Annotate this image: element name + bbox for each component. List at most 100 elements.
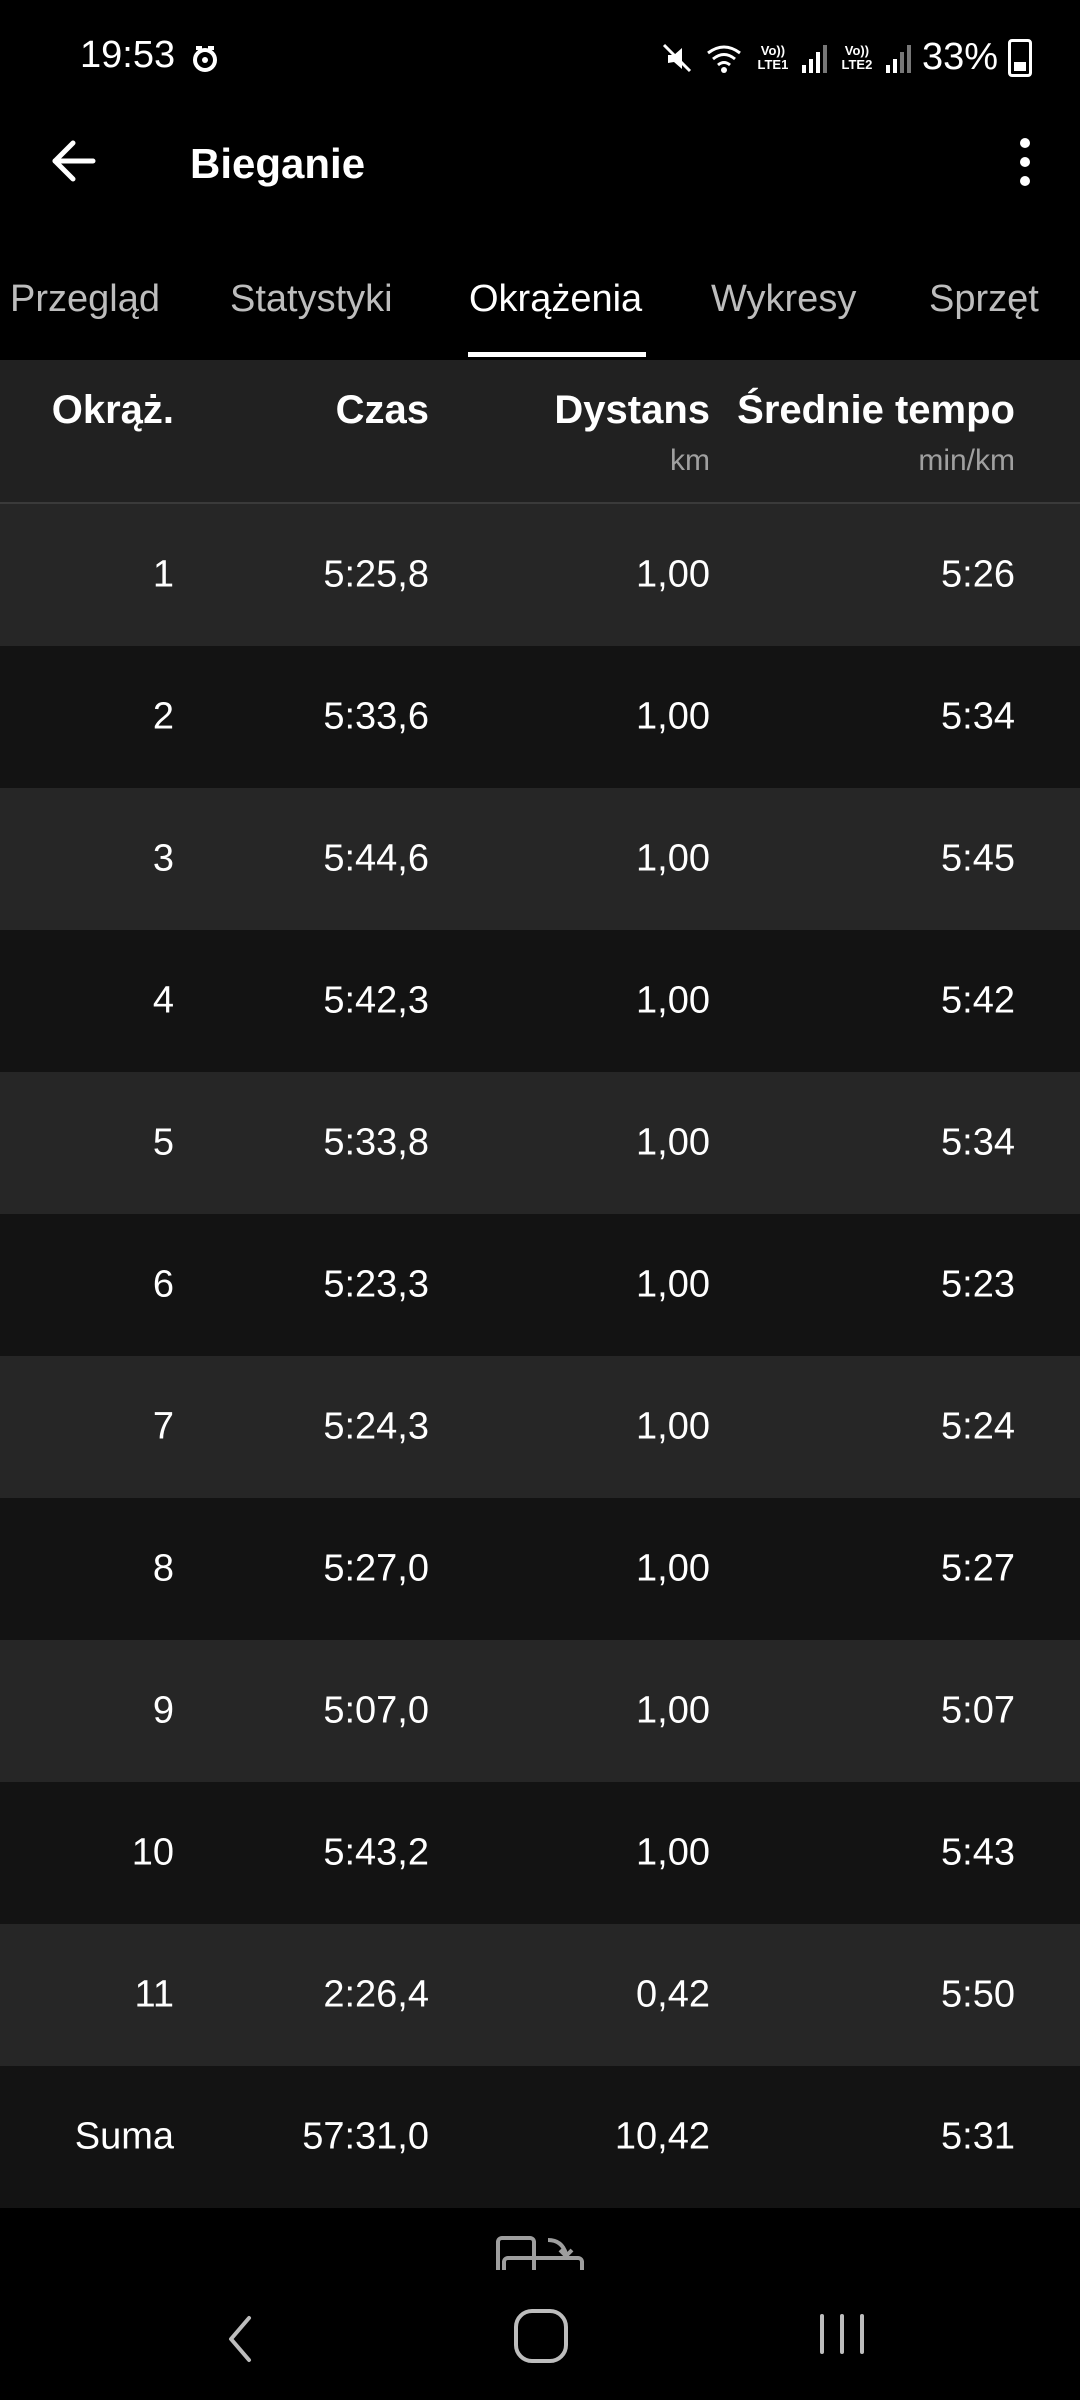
lap-distance: 0,42 bbox=[636, 1973, 710, 2016]
lap-distance: 1,00 bbox=[636, 837, 710, 880]
lap-number: 4 bbox=[152, 979, 174, 1022]
alarm-icon bbox=[193, 46, 217, 72]
table-row[interactable]: 2 5:33,6 1,00 5:34 bbox=[0, 646, 1080, 788]
back-button[interactable] bbox=[40, 120, 106, 202]
lap-distance: 1,00 bbox=[636, 553, 710, 596]
lap-number: 10 bbox=[131, 1831, 174, 1874]
total-label: Suma bbox=[74, 2115, 174, 2158]
table-row[interactable]: 10 5:43,2 1,00 5:43 bbox=[0, 1782, 1080, 1924]
lap-distance: 1,00 bbox=[636, 979, 710, 1022]
column-unit-distance: km bbox=[670, 444, 710, 477]
lap-time: 5:25,8 bbox=[323, 553, 429, 596]
lap-pace: 5:34 bbox=[941, 695, 1015, 738]
column-header-time: Czas bbox=[335, 388, 429, 432]
status-bar: 19:53 Vo)) LTE1 Vo)) LTE2 33% bbox=[0, 0, 1080, 120]
lap-number: 6 bbox=[152, 1263, 174, 1306]
lap-distance: 1,00 bbox=[636, 1689, 710, 1732]
lap-time: 5:33,6 bbox=[323, 695, 429, 738]
wifi-icon bbox=[707, 45, 741, 73]
mute-icon bbox=[662, 43, 691, 72]
lap-pace: 5:45 bbox=[941, 837, 1015, 880]
lap-number: 3 bbox=[152, 837, 174, 880]
signal-bars-icon bbox=[885, 44, 911, 73]
status-time: 19:53 bbox=[80, 34, 176, 76]
recents-icon-bar bbox=[840, 2314, 844, 2354]
lte2-indicator: Vo)) LTE2 bbox=[841, 42, 873, 72]
lap-distance: 1,00 bbox=[636, 1405, 710, 1448]
table-row[interactable]: 6 5:23,3 1,00 5:23 bbox=[0, 1214, 1080, 1356]
battery-percent: 33% bbox=[921, 36, 998, 78]
lap-distance: 1,00 bbox=[636, 1121, 710, 1164]
column-header-pace: Średnie tempo bbox=[737, 388, 1015, 432]
more-vertical-icon-dot bbox=[1020, 157, 1030, 167]
column-unit-pace: min/km bbox=[918, 444, 1015, 477]
lap-pace: 5:23 bbox=[941, 1263, 1015, 1306]
lap-number: 5 bbox=[152, 1121, 174, 1164]
lap-time: 5:44,6 bbox=[323, 837, 429, 880]
table-header: Okrąż. Czas Dystans km Średnie tempo min… bbox=[0, 360, 1080, 504]
lap-pace: 5:27 bbox=[941, 1547, 1015, 1590]
lap-distance: 1,00 bbox=[636, 1547, 710, 1590]
status-icons: Vo)) LTE1 Vo)) LTE2 33% bbox=[660, 36, 1032, 79]
rotate-screen-icon[interactable] bbox=[496, 2230, 586, 2270]
column-header-distance: Dystans bbox=[554, 388, 710, 432]
lap-pace: 5:07 bbox=[941, 1689, 1015, 1732]
system-nav-bar bbox=[0, 2274, 1080, 2400]
tab-bar: Przegląd Statystyki Okrążenia Wykresy Sp… bbox=[0, 250, 1080, 360]
lap-time: 2:26,4 bbox=[323, 1973, 429, 2016]
table-row[interactable]: 11 2:26,4 0,42 5:50 bbox=[0, 1924, 1080, 2066]
tab-charts[interactable]: Wykresy bbox=[711, 278, 856, 321]
more-options-button[interactable] bbox=[1000, 126, 1050, 198]
nav-back-button[interactable] bbox=[210, 2304, 270, 2374]
total-row: Suma 57:31,0 10,42 5:31 bbox=[0, 2066, 1080, 2208]
tab-gear[interactable]: Sprzęt bbox=[929, 278, 1039, 321]
lap-number: 1 bbox=[152, 553, 174, 596]
recents-icon bbox=[820, 2314, 824, 2354]
lap-time: 5:33,8 bbox=[323, 1121, 429, 1164]
nav-home-button[interactable] bbox=[514, 2309, 568, 2363]
table-row[interactable]: 1 5:25,8 1,00 5:26 bbox=[0, 504, 1080, 646]
chevron-left-icon bbox=[229, 2316, 251, 2362]
table-row[interactable]: 9 5:07,0 1,00 5:07 bbox=[0, 1640, 1080, 1782]
table-row[interactable]: 7 5:24,3 1,00 5:24 bbox=[0, 1356, 1080, 1498]
lap-pace: 5:34 bbox=[941, 1121, 1015, 1164]
lap-time: 5:43,2 bbox=[323, 1831, 429, 1874]
arrow-left-icon bbox=[52, 140, 96, 182]
lap-number: 2 bbox=[152, 695, 174, 738]
lap-time: 5:07,0 bbox=[323, 1689, 429, 1732]
tab-statistics[interactable]: Statystyki bbox=[230, 278, 393, 321]
lap-pace: 5:24 bbox=[941, 1405, 1015, 1448]
lap-pace: 5:50 bbox=[941, 1973, 1015, 2016]
lap-number: 7 bbox=[152, 1405, 174, 1448]
nav-recents-button[interactable] bbox=[820, 2314, 864, 2358]
column-header-lap: Okrąż. bbox=[51, 388, 174, 432]
lap-number: 8 bbox=[152, 1547, 174, 1590]
total-distance: 10,42 bbox=[614, 2115, 710, 2158]
table-row[interactable]: 3 5:44,6 1,00 5:45 bbox=[0, 788, 1080, 930]
signal-bars-icon bbox=[801, 44, 827, 73]
lte1-indicator: Vo)) LTE1 bbox=[757, 42, 789, 72]
lap-number: 9 bbox=[152, 1689, 174, 1732]
lap-time: 5:42,3 bbox=[323, 979, 429, 1022]
total-pace: 5:31 bbox=[941, 2115, 1015, 2158]
lap-pace: 5:43 bbox=[941, 1831, 1015, 1874]
more-vertical-icon-dot bbox=[1020, 176, 1030, 186]
lap-time: 5:24,3 bbox=[323, 1405, 429, 1448]
lap-distance: 1,00 bbox=[636, 1831, 710, 1874]
lap-pace: 5:42 bbox=[941, 979, 1015, 1022]
more-vertical-icon bbox=[1020, 138, 1030, 148]
lap-pace: 5:26 bbox=[941, 553, 1015, 596]
lap-number: 11 bbox=[134, 1973, 174, 2016]
table-row[interactable]: 5 5:33,8 1,00 5:34 bbox=[0, 1072, 1080, 1214]
lap-time: 5:27,0 bbox=[323, 1547, 429, 1590]
tab-overview[interactable]: Przegląd bbox=[10, 278, 160, 321]
battery-icon bbox=[1008, 38, 1032, 77]
laps-table: Okrąż. Czas Dystans km Średnie tempo min… bbox=[0, 360, 1080, 2208]
page-title: Bieganie bbox=[190, 140, 366, 187]
table-row[interactable]: 8 5:27,0 1,00 5:27 bbox=[0, 1498, 1080, 1640]
table-row[interactable]: 4 5:42,3 1,00 5:42 bbox=[0, 930, 1080, 1072]
lap-distance: 1,00 bbox=[636, 695, 710, 738]
total-time: 57:31,0 bbox=[302, 2115, 429, 2158]
tab-laps[interactable]: Okrążenia bbox=[469, 278, 642, 321]
lap-distance: 1,00 bbox=[636, 1263, 710, 1306]
